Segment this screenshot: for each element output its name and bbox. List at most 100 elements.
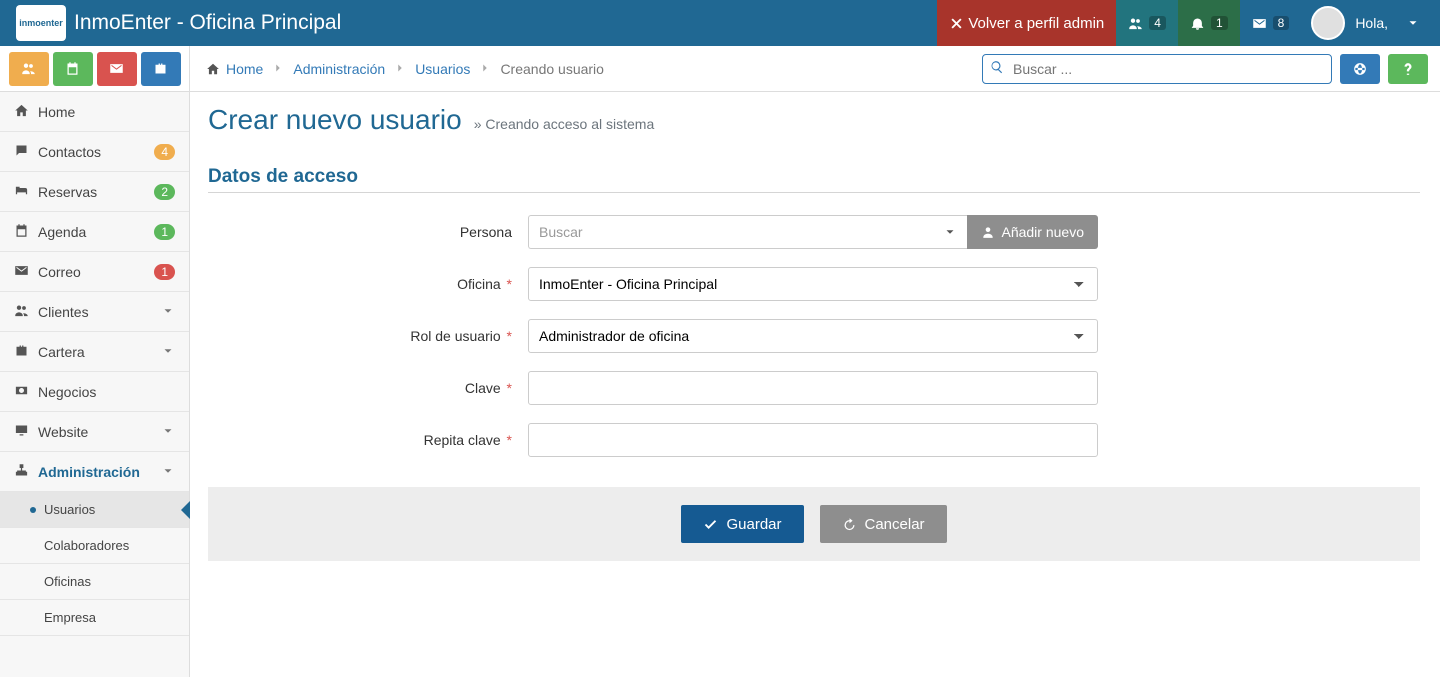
sidebar-badge: 2 [154, 184, 175, 200]
briefcase-icon [14, 343, 29, 358]
section-title: Datos de acceso [208, 166, 1420, 193]
chevron-down-icon [161, 304, 175, 318]
breadcrumb-home[interactable]: Home [226, 61, 263, 77]
topbar-mail-button[interactable]: 8 [1240, 0, 1302, 46]
cancel-button[interactable]: Cancelar [820, 505, 947, 543]
briefcase-icon [153, 61, 168, 76]
sidebar-item-home[interactable]: Home [0, 92, 189, 132]
help-button[interactable] [1388, 54, 1428, 84]
clave-input[interactable] [528, 371, 1098, 405]
quick-briefcase-button[interactable] [141, 52, 181, 86]
sidebar-item-cartera[interactable]: Cartera [0, 332, 189, 372]
add-new-button[interactable]: Añadir nuevo [967, 215, 1098, 249]
users-badge: 4 [1149, 16, 1166, 30]
home-icon [206, 62, 220, 76]
page-title: Crear nuevo usuario [208, 104, 462, 136]
repita-clave-input[interactable] [528, 423, 1098, 457]
rol-select[interactable]: Administrador de oficina [528, 319, 1098, 353]
sidebar-item-website[interactable]: Website [0, 412, 189, 452]
search-input[interactable] [982, 54, 1332, 84]
sidebar-item-clientes[interactable]: Clientes [0, 292, 189, 332]
bell-icon [1190, 16, 1205, 31]
rol-label: Rol de usuario * [208, 328, 528, 344]
users-icon [1128, 16, 1143, 31]
back-to-admin-label: Volver a perfil admin [968, 15, 1104, 32]
sidebar-badge: 1 [154, 264, 175, 280]
globe-button[interactable] [1340, 54, 1380, 84]
chevron-right-icon [271, 61, 285, 77]
persona-select[interactable]: Buscar [528, 215, 967, 249]
mail-icon [109, 61, 124, 76]
user-icon [981, 225, 995, 239]
sidebar-item-reservas[interactable]: Reservas 2 [0, 172, 189, 212]
oficina-select[interactable]: InmoEnter - Oficina Principal [528, 267, 1098, 301]
save-button[interactable]: Guardar [681, 505, 803, 543]
sidebar-sub-oficinas[interactable]: Oficinas [0, 564, 189, 600]
sidebar-sub-colaboradores[interactable]: Colaboradores [0, 528, 189, 564]
persona-placeholder: Buscar [539, 224, 583, 240]
sidebar-badge: 1 [154, 224, 175, 240]
breadcrumb: Home Administración Usuarios Creando usu… [190, 46, 970, 91]
sidebar-label: Website [38, 424, 161, 440]
sidebar-label: Negocios [38, 384, 175, 400]
topbar-users-button[interactable]: 4 [1116, 0, 1178, 46]
money-icon [14, 383, 29, 398]
breadcrumb-current: Creando usuario [500, 61, 604, 77]
quick-mail-button[interactable] [97, 52, 137, 86]
chat-icon [14, 143, 29, 158]
sidebar-label: Reservas [38, 184, 154, 200]
oficina-label: Oficina * [208, 276, 528, 292]
repita-clave-label: Repita clave * [208, 432, 528, 448]
chevron-right-icon [393, 61, 407, 77]
globe-icon [1353, 62, 1367, 76]
clave-label: Clave * [208, 380, 528, 396]
persona-label: Persona [208, 224, 528, 240]
sidebar-item-contactos[interactable]: Contactos 4 [0, 132, 189, 172]
sidebar-label: Administración [38, 464, 161, 480]
chevron-right-icon [478, 61, 492, 77]
page-subtitle: » Creando acceso al sistema [474, 116, 655, 132]
bell-badge: 1 [1211, 16, 1228, 30]
sidebar-sub-usuarios[interactable]: Usuarios [0, 492, 189, 528]
sidebar-item-administracion[interactable]: Administración [0, 452, 189, 492]
chevron-down-icon [161, 424, 175, 438]
breadcrumb-admin[interactable]: Administración [293, 61, 385, 77]
sidebar: Home Contactos 4 Reservas 2 Agenda 1 Cor… [0, 92, 190, 677]
check-icon [703, 517, 718, 532]
avatar [1311, 6, 1345, 40]
main-content: Crear nuevo usuario » Creando acceso al … [190, 92, 1440, 677]
sidebar-badge: 4 [154, 144, 175, 160]
chevron-down-icon [161, 344, 175, 358]
sidebar-label: Agenda [38, 224, 154, 240]
sidebar-item-agenda[interactable]: Agenda 1 [0, 212, 189, 252]
bed-icon [14, 183, 29, 198]
x-icon [949, 16, 964, 31]
topbar-notifications-button[interactable]: 1 [1178, 0, 1240, 46]
logo[interactable]: inmoenter [16, 5, 66, 41]
save-label: Guardar [726, 516, 781, 533]
sidebar-label: Clientes [38, 304, 161, 320]
users-icon [21, 61, 36, 76]
add-new-label: Añadir nuevo [1001, 224, 1084, 240]
quick-action-bar [0, 46, 190, 91]
sidebar-item-correo[interactable]: Correo 1 [0, 252, 189, 292]
sidebar-label: Correo [38, 264, 154, 280]
user-menu[interactable]: Hola, [1301, 0, 1440, 46]
user-greeting: Hola, [1355, 15, 1388, 31]
sidebar-label: Contactos [38, 144, 154, 160]
sidebar-sub-label: Usuarios [44, 502, 95, 517]
sidebar-item-negocios[interactable]: Negocios [0, 372, 189, 412]
quick-users-button[interactable] [9, 52, 49, 86]
calendar-icon [65, 61, 80, 76]
back-to-admin-button[interactable]: Volver a perfil admin [937, 0, 1116, 46]
chevron-down-icon [943, 225, 957, 239]
quick-calendar-button[interactable] [53, 52, 93, 86]
actions-bar: Guardar Cancelar [208, 487, 1420, 561]
subbar: Home Administración Usuarios Creando usu… [0, 46, 1440, 92]
mail-icon [1252, 16, 1267, 31]
breadcrumb-users[interactable]: Usuarios [415, 61, 470, 77]
sidebar-sub-label: Oficinas [44, 574, 91, 589]
search-icon [990, 60, 1004, 74]
mail-icon [14, 263, 29, 278]
screen-icon [14, 423, 29, 438]
